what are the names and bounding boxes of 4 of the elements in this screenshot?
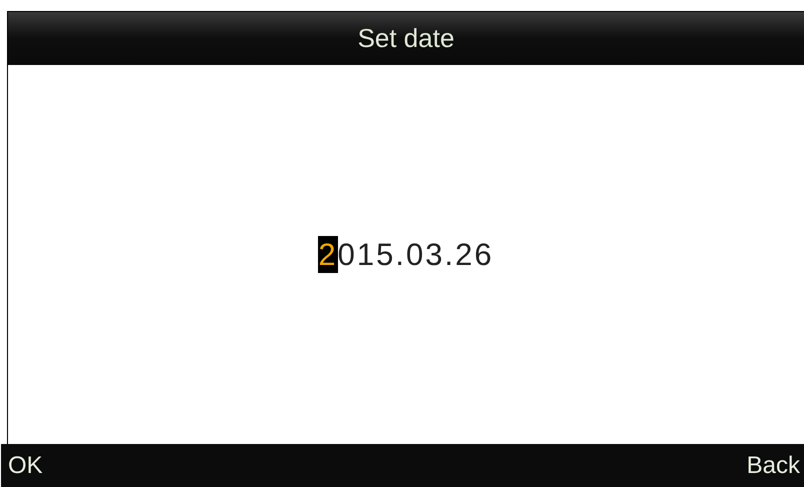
softkey[interactable]: OK	[8, 448, 43, 484]
date-field[interactable]: 2015.03.26	[318, 236, 494, 273]
screen-title: Set date	[358, 22, 454, 55]
softkey[interactable]: Back	[746, 448, 800, 484]
